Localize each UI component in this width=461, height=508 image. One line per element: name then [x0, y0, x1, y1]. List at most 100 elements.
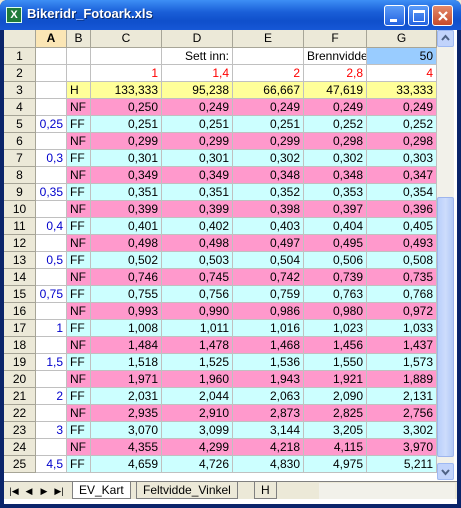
value-cell[interactable]: 0,498	[91, 235, 162, 252]
value-cell[interactable]: 0,399	[91, 201, 162, 218]
row-header[interactable]: 6	[4, 133, 36, 150]
scroll-up-button[interactable]	[437, 30, 454, 47]
distance-cell[interactable]: 0,3	[36, 150, 67, 167]
distance-cell[interactable]: 0,25	[36, 116, 67, 133]
hyperfocal-cell[interactable]: 33,333	[367, 82, 437, 99]
value-cell[interactable]: 3,205	[304, 422, 367, 439]
type-cell[interactable]: NF	[67, 235, 91, 252]
type-cell[interactable]: NF	[67, 133, 91, 150]
aperture-cell[interactable]: 1,4	[162, 65, 233, 82]
distance-cell[interactable]: 2	[36, 388, 67, 405]
brennvidde-label[interactable]: Brennvidde:	[304, 48, 367, 65]
distance-cell[interactable]	[36, 303, 67, 320]
value-cell[interactable]: 0,506	[304, 252, 367, 269]
value-cell[interactable]: 0,351	[162, 184, 233, 201]
value-cell[interactable]: 1,023	[304, 320, 367, 337]
row-header[interactable]: 19	[4, 354, 36, 371]
value-cell[interactable]: 1,550	[304, 354, 367, 371]
value-cell[interactable]: 1,033	[367, 320, 437, 337]
type-cell[interactable]: FF	[67, 150, 91, 167]
distance-cell[interactable]	[36, 405, 67, 422]
value-cell[interactable]: 0,742	[233, 269, 304, 286]
value-cell[interactable]: 0,352	[233, 184, 304, 201]
type-cell[interactable]: NF	[67, 439, 91, 456]
distance-cell[interactable]: 0,5	[36, 252, 67, 269]
row-header[interactable]: 17	[4, 320, 36, 337]
tab-h[interactable]: H	[254, 482, 277, 499]
value-cell[interactable]: 1,525	[162, 354, 233, 371]
column-header-a[interactable]: A	[36, 30, 67, 48]
value-cell[interactable]: 0,348	[304, 167, 367, 184]
value-cell[interactable]: 0,755	[91, 286, 162, 303]
row-header[interactable]: 9	[4, 184, 36, 201]
value-cell[interactable]: 1,518	[91, 354, 162, 371]
value-cell[interactable]: 0,398	[233, 201, 304, 218]
value-cell[interactable]: 1,011	[162, 320, 233, 337]
type-cell[interactable]: FF	[67, 184, 91, 201]
hyperfocal-cell[interactable]: 47,619	[304, 82, 367, 99]
value-cell[interactable]: 0,504	[233, 252, 304, 269]
sett-inn-label[interactable]: Sett inn:	[162, 48, 233, 65]
value-cell[interactable]: 1,456	[304, 337, 367, 354]
type-cell[interactable]: FF	[67, 388, 91, 405]
value-cell[interactable]: 0,298	[367, 133, 437, 150]
value-cell[interactable]: 1,437	[367, 337, 437, 354]
type-cell[interactable]: NF	[67, 337, 91, 354]
value-cell[interactable]: 0,348	[233, 167, 304, 184]
row-header[interactable]: 16	[4, 303, 36, 320]
value-cell[interactable]: 0,299	[91, 133, 162, 150]
distance-cell[interactable]: 1,5	[36, 354, 67, 371]
type-cell[interactable]: NF	[67, 303, 91, 320]
tab-feltvidde-vinkel[interactable]: Feltvidde_Vinkel	[136, 482, 238, 499]
cell[interactable]	[91, 48, 162, 65]
value-cell[interactable]: 2,131	[367, 388, 437, 405]
cell[interactable]	[36, 82, 67, 99]
value-cell[interactable]: 0,993	[91, 303, 162, 320]
scroll-down-button[interactable]	[437, 463, 454, 480]
value-cell[interactable]: 0,301	[162, 150, 233, 167]
value-cell[interactable]: 1,468	[233, 337, 304, 354]
row-header[interactable]: 13	[4, 252, 36, 269]
row-header[interactable]: 25	[4, 456, 36, 473]
type-cell[interactable]: NF	[67, 405, 91, 422]
value-cell[interactable]: 0,508	[367, 252, 437, 269]
column-header-f[interactable]: F	[304, 30, 367, 48]
value-cell[interactable]: 5,211	[367, 456, 437, 473]
row-header[interactable]: 8	[4, 167, 36, 184]
last-sheet-button[interactable]: ▶|	[52, 484, 66, 498]
value-cell[interactable]: 4,299	[162, 439, 233, 456]
row-header[interactable]: 15	[4, 286, 36, 303]
value-cell[interactable]: 2,044	[162, 388, 233, 405]
row-header[interactable]: 12	[4, 235, 36, 252]
minimize-button[interactable]	[384, 5, 405, 26]
value-cell[interactable]: 4,830	[233, 456, 304, 473]
value-cell[interactable]: 0,302	[304, 150, 367, 167]
aperture-cell[interactable]: 2,8	[304, 65, 367, 82]
value-cell[interactable]: 1,921	[304, 371, 367, 388]
value-cell[interactable]: 0,493	[367, 235, 437, 252]
value-cell[interactable]: 0,498	[162, 235, 233, 252]
first-sheet-button[interactable]: |◀	[7, 484, 21, 498]
type-cell[interactable]: FF	[67, 218, 91, 235]
distance-cell[interactable]: 3	[36, 422, 67, 439]
value-cell[interactable]: 0,303	[367, 150, 437, 167]
value-cell[interactable]: 0,405	[367, 218, 437, 235]
value-cell[interactable]: 0,401	[91, 218, 162, 235]
distance-cell[interactable]: 1	[36, 320, 67, 337]
value-cell[interactable]: 0,735	[367, 269, 437, 286]
distance-cell[interactable]	[36, 371, 67, 388]
distance-cell[interactable]	[36, 99, 67, 116]
type-cell[interactable]: NF	[67, 99, 91, 116]
aperture-cell[interactable]: 1	[91, 65, 162, 82]
distance-cell[interactable]: 0,35	[36, 184, 67, 201]
row-header[interactable]: 3	[4, 82, 36, 99]
row-header[interactable]: 1	[4, 48, 36, 65]
value-cell[interactable]: 0,745	[162, 269, 233, 286]
row-header[interactable]: 24	[4, 439, 36, 456]
aperture-cell[interactable]: 4	[367, 65, 437, 82]
distance-cell[interactable]	[36, 167, 67, 184]
h-label[interactable]: H	[67, 82, 91, 99]
distance-cell[interactable]: 0,75	[36, 286, 67, 303]
row-header[interactable]: 23	[4, 422, 36, 439]
value-cell[interactable]: 0,299	[162, 133, 233, 150]
